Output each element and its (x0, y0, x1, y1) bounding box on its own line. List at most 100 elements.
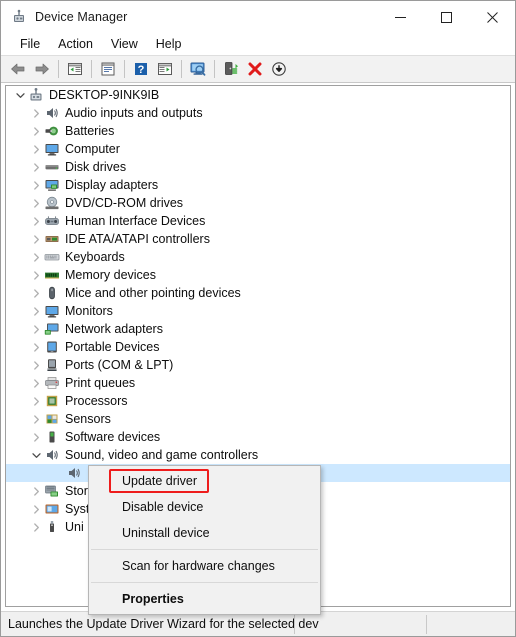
ctx-scan-for-hardware-changes[interactable]: Scan for hardware changes (89, 553, 320, 579)
ctx-update-driver[interactable]: Update driver (89, 468, 320, 494)
chevron-right-icon[interactable] (28, 122, 44, 140)
monitor-icon (44, 141, 60, 157)
tree-row-portable-devices[interactable]: Portable Devices (6, 338, 510, 356)
chevron-right-icon[interactable] (28, 104, 44, 122)
ctx-properties[interactable]: Properties (89, 586, 320, 612)
tree-item-label: Ports (COM & LPT) (65, 358, 174, 372)
processor-icon (44, 393, 60, 409)
computer-root-icon (28, 87, 44, 103)
chevron-right-icon[interactable] (28, 248, 44, 266)
help-button[interactable]: ? (129, 57, 153, 81)
chevron-right-icon[interactable] (28, 158, 44, 176)
tree-item-label: Software devices (65, 430, 161, 444)
chevron-right-icon[interactable] (28, 284, 44, 302)
printer-icon (44, 375, 60, 391)
menu-action[interactable]: Action (49, 35, 102, 53)
tree-row-monitors[interactable]: Monitors (6, 302, 510, 320)
scan-for-hardware-changes-button[interactable] (186, 57, 210, 81)
chevron-right-icon[interactable] (28, 140, 44, 158)
chevron-right-icon[interactable] (28, 194, 44, 212)
ctx-disable-device[interactable]: Disable device (89, 494, 320, 520)
tree-row-software-devices[interactable]: Software devices (6, 428, 510, 446)
chevron-right-icon[interactable] (28, 338, 44, 356)
tree-row-human-interface-devices[interactable]: Human Interface Devices (6, 212, 510, 230)
title-bar: Device Manager (1, 1, 515, 33)
device-manager-icon (11, 9, 27, 25)
chevron-right-icon[interactable] (28, 302, 44, 320)
tree-item-label: Monitors (65, 304, 113, 318)
minimize-button[interactable] (377, 1, 423, 33)
tree-row-display-adapters[interactable]: Display adapters (6, 176, 510, 194)
uninstall-device-button[interactable] (243, 57, 267, 81)
properties-button[interactable] (96, 57, 120, 81)
chevron-right-icon[interactable] (28, 410, 44, 428)
optical-drive-icon (44, 195, 60, 211)
monitor-icon (44, 303, 60, 319)
tree-item-label: Sound, video and game controllers (65, 448, 259, 462)
show-hide-console-tree-button[interactable] (63, 57, 87, 81)
forward-button[interactable] (30, 57, 54, 81)
tree-row-ide-ata-atapi-controllers[interactable]: IDE ATA/ATAPI controllers (6, 230, 510, 248)
toolbar-separator-4 (181, 60, 182, 78)
tree-item-label: Syst (65, 502, 90, 516)
chevron-right-icon[interactable] (28, 518, 44, 536)
system-device-icon (44, 501, 60, 517)
chevron-down-icon[interactable] (12, 86, 28, 104)
tree-row-disk-drives[interactable]: Disk drives (6, 158, 510, 176)
speaker-icon (44, 447, 60, 463)
menu-file[interactable]: File (11, 35, 49, 53)
tree-row-processors[interactable]: Processors (6, 392, 510, 410)
chevron-right-icon[interactable] (28, 320, 44, 338)
tree-row-audio-inputs-and-outputs[interactable]: Audio inputs and outputs (6, 104, 510, 122)
chevron-right-icon[interactable] (28, 428, 44, 446)
tree-row-sensors[interactable]: Sensors (6, 410, 510, 428)
disable-device-button[interactable] (267, 57, 291, 81)
tree-row-memory-devices[interactable]: Memory devices (6, 266, 510, 284)
toolbar-separator-3 (124, 60, 125, 78)
tree-row-keyboards[interactable]: Keyboards (6, 248, 510, 266)
tree-row-root[interactable]: DESKTOP-9INK9IB (6, 86, 510, 104)
tree-item-label: IDE ATA/ATAPI controllers (65, 232, 210, 246)
tree-row-computer[interactable]: Computer (6, 140, 510, 158)
tree-root-label: DESKTOP-9INK9IB (49, 88, 160, 102)
chevron-right-icon[interactable] (28, 392, 44, 410)
chevron-right-icon[interactable] (28, 500, 44, 518)
mouse-icon (44, 285, 60, 301)
sensor-icon (44, 411, 60, 427)
back-button[interactable] (6, 57, 30, 81)
tree-row-mice-and-other-pointing-devices[interactable]: Mice and other pointing devices (6, 284, 510, 302)
chevron-right-icon[interactable] (28, 176, 44, 194)
context-menu-separator-1 (91, 549, 318, 550)
battery-icon (44, 123, 60, 139)
menu-help[interactable]: Help (147, 35, 191, 53)
usb-controller-icon (44, 519, 60, 535)
update-driver-button[interactable] (219, 57, 243, 81)
chevron-right-icon[interactable] (28, 212, 44, 230)
network-adapter-icon (44, 321, 60, 337)
ctx-uninstall-device[interactable]: Uninstall device (89, 520, 320, 546)
tree-row-print-queues[interactable]: Print queues (6, 374, 510, 392)
chevron-right-icon[interactable] (28, 266, 44, 284)
tree-row-sound-video-and-game-controllers[interactable]: Sound, video and game controllers (6, 446, 510, 464)
tree-row-network-adapters[interactable]: Network adapters (6, 320, 510, 338)
keyboard-icon (44, 249, 60, 265)
chevron-right-icon[interactable] (28, 482, 44, 500)
tree-item-label: Uni (65, 520, 84, 534)
toolbar-separator-2 (91, 60, 92, 78)
tree-row-batteries[interactable]: Batteries (6, 122, 510, 140)
maximize-button[interactable] (423, 1, 469, 33)
chevron-down-icon[interactable] (28, 446, 44, 464)
tree-item-label: Portable Devices (65, 340, 160, 354)
tree-row-dvd-cd-rom-drives[interactable]: DVD/CD-ROM drives (6, 194, 510, 212)
chevron-right-icon[interactable] (28, 374, 44, 392)
close-button[interactable] (469, 1, 515, 33)
chevron-right-icon[interactable] (28, 356, 44, 374)
tree-item-label: Keyboards (65, 250, 125, 264)
tree-row-ports-com-lpt[interactable]: Ports (COM & LPT) (6, 356, 510, 374)
hid-icon (44, 213, 60, 229)
chevron-right-icon[interactable] (28, 230, 44, 248)
window-title: Device Manager (35, 10, 128, 24)
menu-view[interactable]: View (102, 35, 147, 53)
speaker-icon (44, 105, 60, 121)
show-hide-action-pane-button[interactable] (153, 57, 177, 81)
